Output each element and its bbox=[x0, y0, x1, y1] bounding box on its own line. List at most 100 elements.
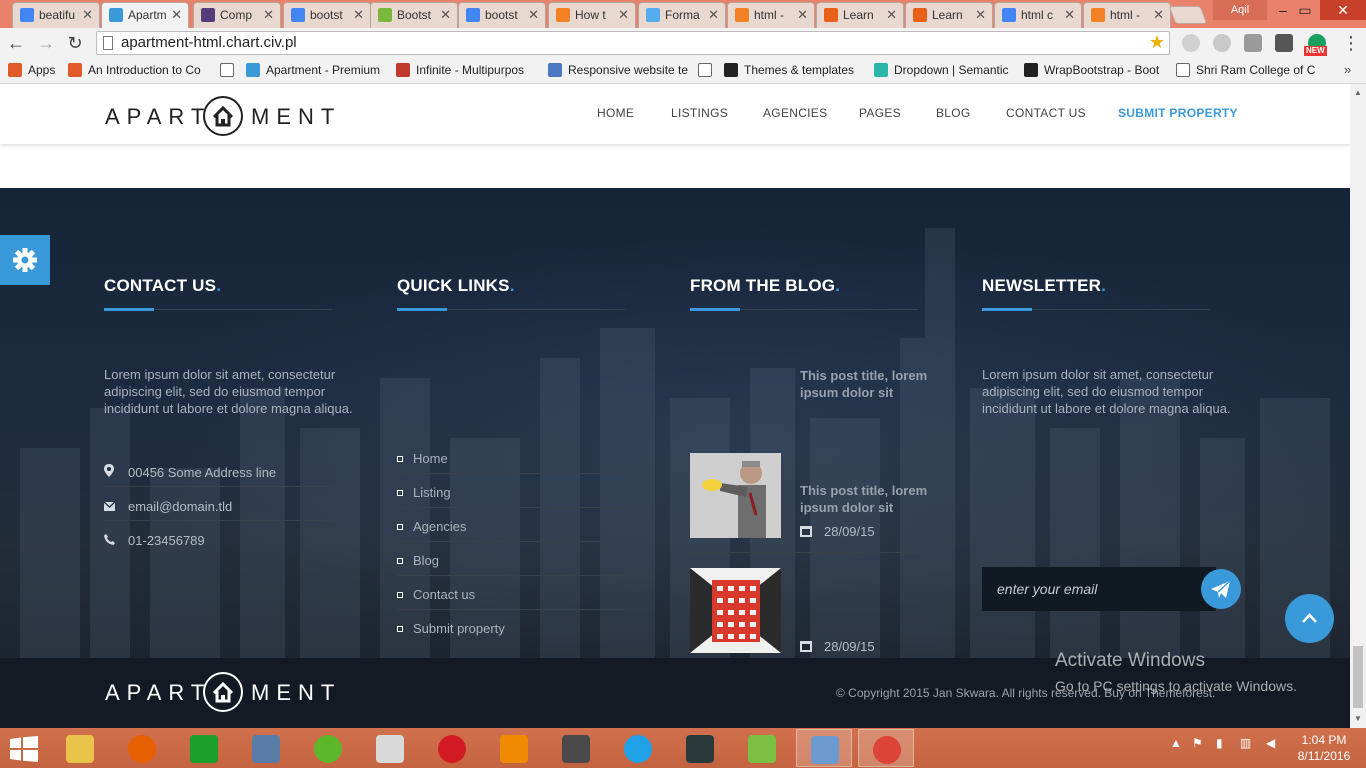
close-window-icon[interactable]: ✕ bbox=[1320, 0, 1366, 20]
action-center-icon[interactable]: ⚑ bbox=[1192, 736, 1203, 750]
email-text[interactable]: email@domain.tld bbox=[128, 499, 232, 514]
browser-tab[interactable]: Bootst ✕ bbox=[370, 2, 458, 28]
quick-link[interactable]: Blog bbox=[397, 552, 439, 570]
newsletter-email-input[interactable] bbox=[982, 567, 1216, 611]
page-scrollbar[interactable]: ▲ ▼ bbox=[1350, 84, 1366, 728]
browser-tab[interactable]: bootst ✕ bbox=[283, 2, 371, 28]
url-text[interactable]: apartment-html.chart.civ.pl bbox=[121, 34, 297, 51]
quick-link[interactable]: Contact us bbox=[397, 586, 475, 604]
back-icon[interactable]: ← bbox=[4, 31, 28, 55]
browser-tab[interactable]: Comp ✕ bbox=[193, 2, 281, 28]
settings-panel-button[interactable] bbox=[0, 235, 50, 285]
close-tab-icon[interactable]: ✕ bbox=[886, 3, 897, 27]
extension-icon[interactable] bbox=[1213, 34, 1231, 52]
quick-link[interactable]: Home bbox=[397, 450, 448, 468]
close-tab-icon[interactable]: ✕ bbox=[440, 3, 451, 27]
chrome-menu-icon[interactable]: ⋮ bbox=[1342, 33, 1360, 54]
network-app-icon[interactable] bbox=[238, 729, 294, 767]
more-bookmarks-icon[interactable]: » bbox=[1344, 62, 1351, 77]
firefox-icon[interactable] bbox=[114, 729, 170, 767]
bookmark-item[interactable]: Themes & templates bbox=[724, 62, 854, 78]
close-tab-icon[interactable]: ✕ bbox=[797, 3, 808, 27]
bookmark-item[interactable]: Apps bbox=[8, 62, 55, 78]
system-clock[interactable]: 1:04 PM 8/11/2016 bbox=[1295, 732, 1353, 764]
quick-link[interactable]: Submit property bbox=[397, 620, 505, 638]
restore-icon[interactable]: ▭ bbox=[1290, 0, 1320, 20]
browser-tab[interactable]: Apartm ✕ bbox=[101, 2, 189, 28]
scroll-down-icon[interactable]: ▼ bbox=[1354, 714, 1362, 723]
browser-user-badge[interactable]: Aqil bbox=[1213, 0, 1267, 20]
nav-listings[interactable]: LISTINGS bbox=[671, 106, 728, 120]
nav-agencies[interactable]: AGENCIES bbox=[763, 106, 827, 120]
grammarly-icon[interactable]: NEW bbox=[1304, 34, 1327, 56]
volume-icon[interactable]: ◀ bbox=[1266, 736, 1275, 750]
close-tab-icon[interactable]: ✕ bbox=[1064, 3, 1075, 27]
browser-tab[interactable]: html - ✕ bbox=[727, 2, 815, 28]
nav-blog[interactable]: BLOG bbox=[936, 106, 971, 120]
quick-link-label[interactable]: Blog bbox=[413, 553, 439, 568]
quick-link-label[interactable]: Contact us bbox=[413, 587, 475, 602]
nav-pages[interactable]: PAGES bbox=[859, 106, 901, 120]
bookmark-item[interactable]: Apartment - Premium bbox=[246, 62, 380, 78]
bookmark-item[interactable]: WrapBootstrap - Boot bbox=[1024, 62, 1159, 78]
quick-link-label[interactable]: Submit property bbox=[413, 621, 505, 636]
opera-icon[interactable] bbox=[424, 729, 480, 767]
address-bar[interactable]: apartment-html.chart.civ.pl ★ bbox=[96, 31, 1170, 55]
bookmark-item[interactable]: Responsive website te bbox=[548, 62, 688, 78]
blog-post-title[interactable]: This post title, lorem ipsum dolor sit bbox=[800, 482, 930, 516]
browser-tab[interactable]: Forma ✕ bbox=[638, 2, 726, 28]
reload-icon[interactable]: ↻ bbox=[63, 31, 87, 55]
forward-icon[interactable]: → bbox=[34, 31, 58, 55]
quick-link-label[interactable]: Listing bbox=[413, 485, 451, 500]
contact-email[interactable]: email@domain.tld bbox=[103, 498, 232, 516]
browser-tab[interactable]: Learn ✕ bbox=[816, 2, 904, 28]
nav-home[interactable]: HOME bbox=[597, 106, 634, 120]
quick-link[interactable]: Agencies bbox=[397, 518, 466, 536]
close-tab-icon[interactable]: ✕ bbox=[708, 3, 719, 27]
chrome-icon[interactable] bbox=[858, 729, 914, 767]
newsletter-submit-button[interactable] bbox=[1201, 569, 1241, 609]
close-tab-icon[interactable]: ✕ bbox=[1153, 3, 1164, 27]
bookmark-item[interactable]: An Introduction to Co bbox=[68, 62, 201, 78]
scroll-up-icon[interactable]: ▲ bbox=[1354, 88, 1362, 97]
quick-link-label[interactable]: Home bbox=[413, 451, 448, 466]
browser-tab[interactable]: beatifu ✕ bbox=[12, 2, 100, 28]
sublime-text-icon[interactable] bbox=[548, 729, 604, 767]
new-tab-button[interactable] bbox=[1168, 6, 1208, 24]
file-explorer-icon[interactable] bbox=[52, 729, 108, 767]
bookmark-item[interactable]: Infinite - Multipurpos bbox=[396, 62, 524, 78]
close-tab-icon[interactable]: ✕ bbox=[263, 3, 274, 27]
close-tab-icon[interactable]: ✕ bbox=[618, 3, 629, 27]
show-hidden-icons[interactable]: ▲ bbox=[1170, 736, 1182, 750]
nav-contact-us[interactable]: CONTACT US bbox=[1006, 106, 1086, 120]
close-tab-icon[interactable]: ✕ bbox=[975, 3, 986, 27]
network-icon[interactable]: ▥ bbox=[1240, 736, 1251, 750]
blog-post-title[interactable]: This post title, lorem ipsum dolor sit bbox=[800, 367, 930, 401]
close-tab-icon[interactable]: ✕ bbox=[353, 3, 364, 27]
green-app-icon[interactable] bbox=[300, 729, 356, 767]
shield-extension-icon[interactable] bbox=[1244, 34, 1262, 52]
nav-submit-property[interactable]: SUBMIT PROPERTY bbox=[1118, 106, 1238, 120]
back-to-top-button[interactable] bbox=[1285, 594, 1334, 643]
windows-start-icon[interactable] bbox=[10, 736, 38, 762]
scrollbar-thumb[interactable] bbox=[1353, 646, 1363, 708]
browser-tab[interactable]: Learn ✕ bbox=[905, 2, 993, 28]
bookmark-star-icon[interactable]: ★ bbox=[1149, 32, 1165, 53]
close-tab-icon[interactable]: ✕ bbox=[528, 3, 539, 27]
control-panel-icon[interactable] bbox=[796, 729, 852, 767]
close-tab-icon[interactable]: ✕ bbox=[82, 3, 93, 27]
battery-icon[interactable]: ▮ bbox=[1216, 736, 1223, 750]
bookmark-item[interactable]: Shri Ram College of C bbox=[1176, 62, 1315, 78]
browser-tab[interactable]: html - ✕ bbox=[1083, 2, 1171, 28]
close-tab-icon[interactable]: ✕ bbox=[171, 3, 182, 27]
browser-tab[interactable]: html c ✕ bbox=[994, 2, 1082, 28]
bookmark-item[interactable]: Dropdown | Semantic bbox=[874, 62, 1009, 78]
extension-icon[interactable] bbox=[1182, 34, 1200, 52]
extension-icon[interactable] bbox=[1275, 34, 1293, 52]
quick-link[interactable]: Listing bbox=[397, 484, 451, 502]
bluestacks-icon[interactable] bbox=[734, 729, 790, 767]
vlc-icon[interactable] bbox=[486, 729, 542, 767]
internet-explorer-icon[interactable] bbox=[610, 729, 666, 767]
snipping-tool-icon[interactable] bbox=[362, 729, 418, 767]
terminal-app-icon[interactable] bbox=[672, 729, 728, 767]
